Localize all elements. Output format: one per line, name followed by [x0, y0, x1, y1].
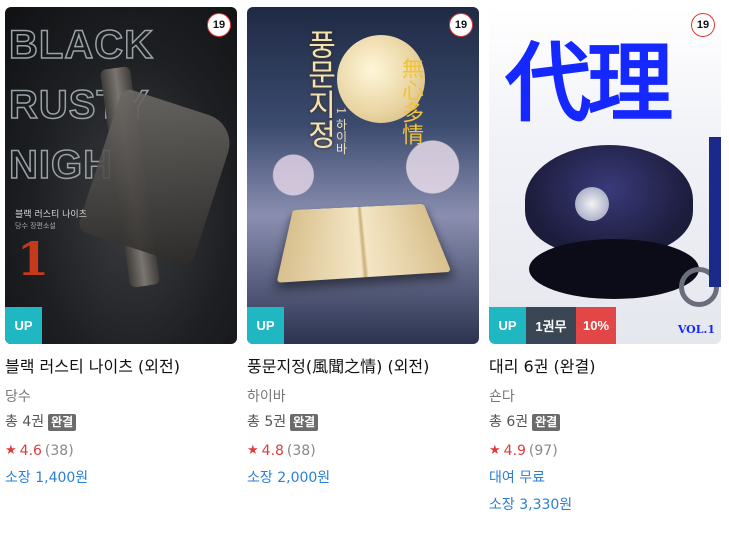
rating: ★ 4.9 (97): [489, 441, 721, 461]
age-rating-badge: 19: [691, 13, 715, 37]
book-cover[interactable]: 代理 VOL.1 19 UP 1권무 10%: [489, 7, 721, 344]
book-info: 블랙 러스티 나이츠 (외전) 당수 총 4권 완결 ★ 4.6 (38) 소장…: [5, 344, 237, 488]
cover-flags: UP 1권무 10%: [489, 307, 616, 344]
rating-score: 4.9: [503, 443, 526, 459]
rating-count: (38): [286, 443, 316, 459]
cover-open-book: [276, 203, 452, 283]
cover-title-art: 풍문지정: [301, 29, 336, 149]
volume-count: 총 6권 완결: [489, 412, 721, 432]
discount-flag: 10%: [576, 307, 616, 344]
book-cover[interactable]: 풍문지정 無心多情 1 하이바 19 UP: [247, 7, 479, 344]
volume-count: 총 5권 완결: [247, 412, 479, 432]
completed-badge: 완결: [532, 413, 561, 431]
rating-count: (38): [44, 443, 74, 459]
book-info: 풍문지정(風聞之情) (외전) 하이바 총 5권 완결 ★ 4.8 (38) 소…: [247, 344, 479, 488]
cover-volume: 1 하이바: [334, 107, 348, 155]
book-card[interactable]: 풍문지정 無心多情 1 하이바 19 UP 풍문지정(風聞之情) (외전) 하이…: [247, 7, 479, 488]
up-flag: UP: [247, 307, 284, 344]
price-rent: 대여 무료: [489, 470, 545, 486]
price-own: 소장 1,400원: [5, 470, 89, 486]
rating-score: 4.8: [261, 443, 284, 459]
book-author[interactable]: 하이바: [247, 387, 479, 407]
price-own: 소장 3,330원: [489, 497, 573, 513]
rating-count: (97): [528, 443, 558, 459]
cover-hanja: 無心多情: [398, 57, 423, 145]
star-icon: ★: [489, 443, 501, 458]
cover-volume: VOL.1: [677, 323, 715, 336]
book-title[interactable]: 대리 6권 (완결): [489, 354, 721, 380]
rating-score: 4.6: [19, 443, 42, 459]
cover-subtitle: 블랙 러스티 나이츠: [15, 210, 87, 220]
volume-count-text: 총 6권: [489, 414, 529, 430]
book-info: 대리 6권 (완결) 숀다 총 6권 완결 ★ 4.9 (97) 대여 무료 소…: [489, 344, 721, 515]
volume-count-text: 총 5권: [247, 414, 287, 430]
volume-count: 총 4권 완결: [5, 412, 237, 432]
up-flag: UP: [489, 307, 526, 344]
star-icon: ★: [5, 443, 17, 458]
age-rating-badge: 19: [449, 13, 473, 37]
book-card[interactable]: BLACK RUSTY NIGHT 블랙 러스티 나이츠 당수 장편소설 1 19 …: [5, 7, 237, 488]
book-card[interactable]: 代理 VOL.1 19 UP 1권무 10% 대리 6권 (완결) 숀다 총 6…: [489, 7, 721, 515]
book-title[interactable]: 풍문지정(風聞之情) (외전): [247, 354, 479, 380]
volume-count-text: 총 4권: [5, 414, 45, 430]
completed-badge: 완결: [48, 413, 77, 431]
book-author[interactable]: 당수: [5, 387, 237, 407]
rating: ★ 4.6 (38): [5, 441, 237, 461]
cover-cap-badge: [575, 187, 609, 221]
book-grid: BLACK RUSTY NIGHT 블랙 러스티 나이츠 당수 장편소설 1 19 …: [0, 0, 729, 560]
free-volume-flag: 1권무: [526, 307, 576, 344]
up-flag: UP: [5, 307, 42, 344]
completed-badge: 완결: [290, 413, 319, 431]
cover-author-line: 당수 장편소설: [15, 222, 56, 230]
age-rating-badge: 19: [207, 13, 231, 37]
cover-volume-number: 1: [17, 232, 50, 286]
cover-flags: UP: [247, 307, 284, 344]
book-cover[interactable]: BLACK RUSTY NIGHT 블랙 러스티 나이츠 당수 장편소설 1 19 …: [5, 7, 237, 344]
book-author[interactable]: 숀다: [489, 387, 721, 407]
cover-cap-visor: [529, 239, 699, 299]
rating: ★ 4.8 (38): [247, 441, 479, 461]
book-title[interactable]: 블랙 러스티 나이츠 (외전): [5, 354, 237, 380]
price-own: 소장 2,000원: [247, 470, 331, 486]
cover-side-strip: [709, 137, 721, 287]
cover-flags: UP: [5, 307, 42, 344]
cover-title-art: 代理: [505, 33, 673, 134]
star-icon: ★: [247, 443, 259, 458]
